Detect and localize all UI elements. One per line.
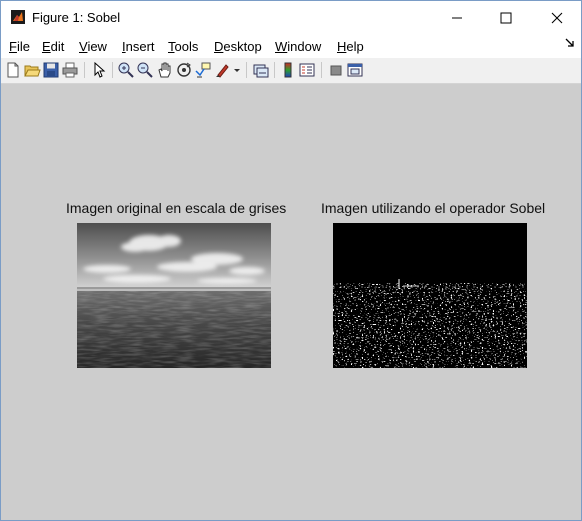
grayscale-image: [77, 223, 271, 368]
toolbar-separator: [84, 62, 85, 78]
insert-legend-icon[interactable]: [298, 61, 316, 79]
data-cursor-icon[interactable]: [194, 61, 212, 79]
insert-colorbar-icon[interactable]: [279, 61, 297, 79]
minimize-icon: [452, 17, 462, 18]
print-icon[interactable]: [61, 61, 79, 79]
toolbar-separator: [321, 62, 322, 78]
figure-toolbar: [1, 58, 581, 84]
zoom-out-icon[interactable]: [136, 61, 154, 79]
save-icon[interactable]: [42, 61, 60, 79]
menu-window[interactable]: Window: [275, 39, 321, 54]
close-button[interactable]: [534, 1, 580, 34]
new-figure-icon[interactable]: [4, 61, 22, 79]
brush-icon[interactable]: [214, 61, 232, 79]
pan-hand-icon[interactable]: [156, 61, 174, 79]
toolbar-separator: [246, 62, 247, 78]
menu-help[interactable]: Help: [337, 39, 364, 54]
hide-plot-tools-icon[interactable]: [327, 61, 345, 79]
sobel-edge-image: [333, 223, 527, 368]
maximize-button[interactable]: [483, 1, 529, 34]
figure-window: Figure 1: Sobel File Edit View Insert To…: [0, 0, 582, 521]
zoom-in-icon[interactable]: [117, 61, 135, 79]
axes-title-original: Imagen original en escala de grises: [66, 200, 287, 216]
menu-edit[interactable]: Edit: [42, 39, 64, 54]
menu-file[interactable]: File: [9, 39, 30, 54]
toolbar-separator: [274, 62, 275, 78]
grayscale-image-render: [77, 223, 271, 368]
menu-insert[interactable]: Insert: [122, 39, 155, 54]
sobel-edge-render: [333, 223, 527, 368]
title-bar: Figure 1: Sobel: [1, 1, 581, 34]
link-plot-icon[interactable]: [252, 61, 270, 79]
menu-desktop[interactable]: Desktop: [214, 39, 262, 54]
minimize-button[interactable]: [434, 1, 480, 34]
dock-figure-icon[interactable]: [565, 38, 575, 48]
figure-canvas: Imagen original en escala de grises Imag…: [1, 84, 581, 520]
rotate-3d-icon[interactable]: [175, 61, 193, 79]
close-icon: [551, 12, 563, 23]
edit-plot-arrow-icon[interactable]: [90, 61, 108, 79]
window-title: Figure 1: Sobel: [32, 10, 121, 25]
axes-title-sobel: Imagen utilizando el operador Sobel: [321, 200, 546, 216]
show-plot-tools-icon[interactable]: [346, 61, 364, 79]
open-file-icon[interactable]: [23, 61, 41, 79]
toolbar-separator: [112, 62, 113, 78]
matlab-app-icon: [11, 10, 25, 24]
brush-dropdown-icon[interactable]: [232, 61, 242, 79]
menu-bar: File Edit View Insert Tools Desktop Wind…: [1, 34, 581, 58]
menu-tools[interactable]: Tools: [168, 39, 198, 54]
maximize-icon: [500, 12, 512, 23]
menu-view[interactable]: View: [79, 39, 107, 54]
